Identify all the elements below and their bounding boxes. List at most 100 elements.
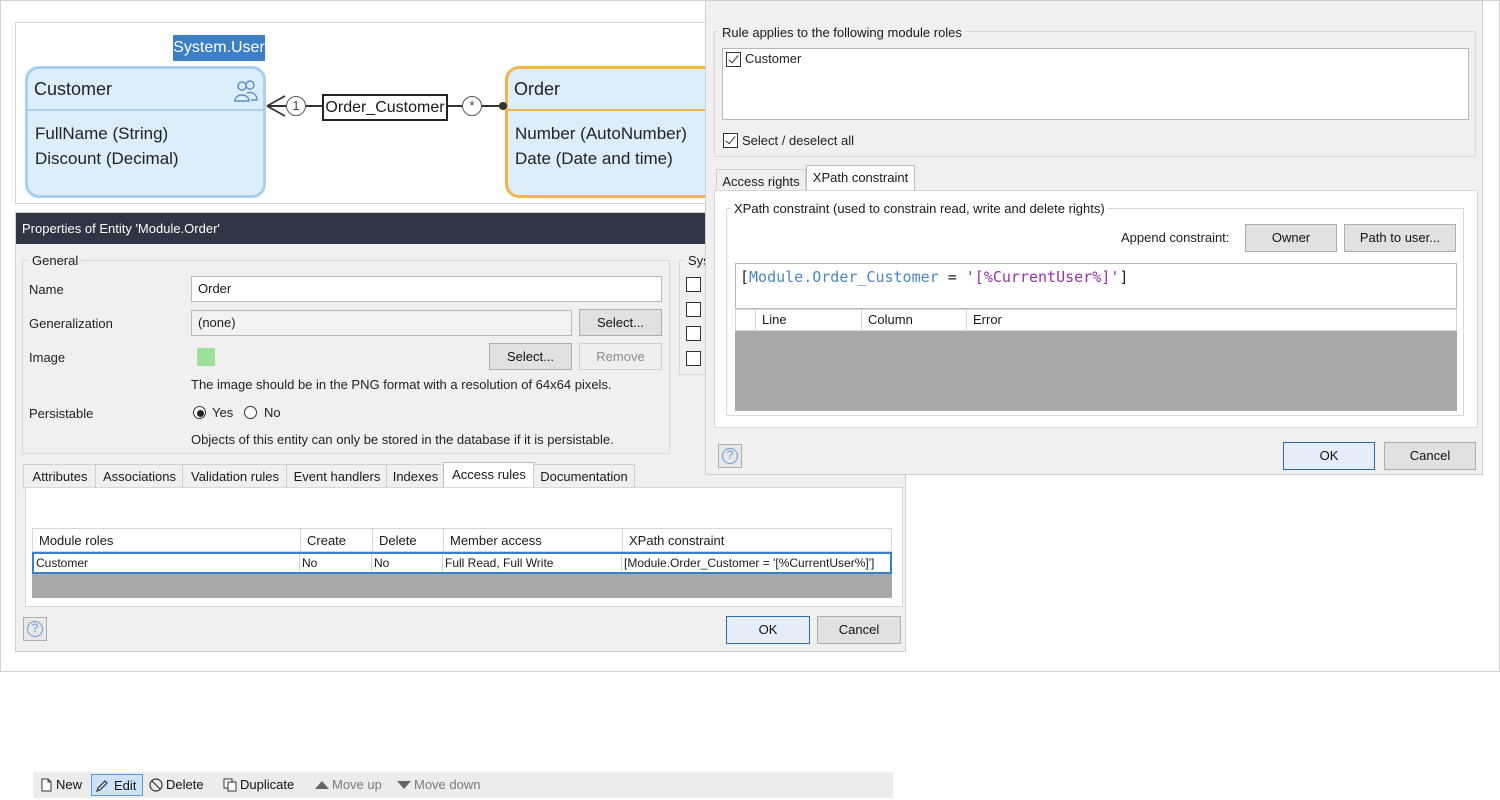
triangle-up-icon [315, 777, 329, 791]
owner-button[interactable]: Owner [1245, 224, 1337, 252]
module-roles-list [722, 48, 1469, 120]
delete-icon [149, 777, 163, 792]
tab-event-handlers[interactable]: Event handlers [286, 464, 388, 489]
module-roles-legend: Rule applies to the following module rol… [719, 25, 965, 40]
multiplicity-many: * [462, 96, 482, 116]
select-all-label: Select / deselect all [742, 133, 855, 148]
access-rules-grid: Module roles Create Delete Member access… [32, 528, 892, 598]
tab-validation-rules[interactable]: Validation rules [182, 464, 288, 489]
triangle-down-icon [397, 777, 411, 791]
edit-button[interactable]: Edit [91, 774, 143, 796]
entity-title: Order [514, 79, 561, 99]
table-row[interactable]: Customer No No Full Read, Full Write [Mo… [32, 552, 892, 574]
attribute[interactable]: FullName (String) [35, 121, 179, 146]
generalization-field: (none) [191, 310, 572, 336]
grid-header: Module roles Create Delete Member access… [32, 528, 893, 553]
select-all-checkbox[interactable] [723, 133, 738, 148]
persistable-no-radio[interactable] [244, 406, 257, 419]
edit-button-label: Edit [114, 778, 137, 793]
column-header[interactable]: Error [967, 310, 1456, 330]
new-button-label: New [56, 777, 83, 792]
xpath-editor[interactable]: [Module.Order_Customer = '[%CurrentUser%… [735, 263, 1457, 309]
order-entity[interactable]: Order Number (AutoNumber) Date (Date and… [505, 66, 725, 198]
new-button[interactable]: New [36, 774, 82, 796]
error-grid: Line Column Error [735, 309, 1457, 411]
cancel-button[interactable]: Cancel [1384, 442, 1476, 470]
image-label: Image [29, 350, 66, 365]
system-checkbox[interactable] [686, 351, 701, 366]
path-to-user-button[interactable]: Path to user... [1344, 224, 1456, 252]
xpath-legend: XPath constraint (used to constrain read… [731, 201, 1108, 216]
users-icon [233, 79, 259, 103]
general-legend: General [29, 253, 82, 268]
persistable-hint: Objects of this entity can only be store… [191, 432, 614, 447]
image-select-button[interactable]: Select... [489, 343, 572, 370]
system-checkbox[interactable] [686, 277, 701, 292]
attribute[interactable]: Date (Date and time) [515, 146, 687, 171]
system-user-tag: System.User [173, 35, 265, 61]
name-label: Name [29, 282, 64, 297]
column-header[interactable]: Column [862, 310, 967, 330]
column-header[interactable]: Create [301, 529, 373, 553]
xpath-bracket-open: [ [740, 268, 750, 286]
role-customer-label: Customer [745, 51, 802, 66]
column-header[interactable]: Member access [444, 529, 623, 553]
attribute[interactable]: Number (AutoNumber) [515, 121, 687, 146]
association-end-dot [499, 102, 507, 110]
association-name[interactable]: Order_Customer [322, 94, 448, 121]
move-down-button[interactable]: Move down [394, 774, 480, 796]
cell-member-access: Full Read, Full Write [443, 554, 622, 572]
xpath-bracket-close: ] [1119, 268, 1129, 286]
system-checkbox[interactable] [686, 302, 701, 317]
new-document-icon [39, 777, 53, 792]
tab-associations[interactable]: Associations [95, 464, 184, 489]
crowfoot-icon [266, 95, 286, 117]
cell-create: No [300, 554, 372, 572]
column-header[interactable]: XPath constraint [623, 529, 893, 553]
entity-divider [508, 109, 725, 111]
image-hint: The image should be in the PNG format wi… [191, 377, 612, 392]
help-icon: ? [27, 621, 43, 637]
entity-attributes: Number (AutoNumber) Date (Date and time) [515, 121, 687, 171]
move-up-button[interactable]: Move up [312, 774, 382, 796]
generalization-label: Generalization [29, 316, 113, 331]
move-down-label: Move down [414, 777, 481, 792]
append-constraint-label: Append constraint: [1121, 230, 1230, 245]
duplicate-button-label: Duplicate [240, 777, 295, 792]
generalization-select-button[interactable]: Select... [579, 309, 662, 336]
column-header[interactable]: Line [756, 310, 862, 330]
role-customer-checkbox[interactable] [726, 52, 741, 67]
xpath-path: Module.Order_Customer [749, 268, 939, 286]
tab-indexes[interactable]: Indexes [386, 464, 445, 489]
image-remove-button[interactable]: Remove [579, 343, 662, 370]
persistable-yes-label: Yes [212, 405, 234, 420]
customer-entity[interactable]: Customer FullName (String) Discount (Dec… [25, 66, 266, 198]
entity-divider [28, 109, 263, 111]
persistable-yes-radio[interactable] [193, 406, 206, 419]
delete-button[interactable]: Delete [146, 774, 204, 796]
help-button[interactable]: ? [23, 617, 47, 641]
cancel-button[interactable]: Cancel [817, 616, 901, 644]
tab-documentation[interactable]: Documentation [533, 464, 635, 489]
cell-module-role: Customer [34, 554, 300, 572]
entity-attributes: FullName (String) Discount (Decimal) [35, 121, 179, 171]
system-checkbox[interactable] [686, 326, 701, 341]
error-grid-header: Line Column Error [735, 309, 1457, 331]
pencil-icon [95, 778, 109, 792]
duplicate-icon [223, 777, 237, 792]
ok-button[interactable]: OK [1283, 442, 1375, 470]
tab-xpath-constraint[interactable]: XPath constraint [806, 165, 915, 191]
column-header[interactable]: Delete [373, 529, 444, 553]
help-button[interactable]: ? [718, 444, 742, 468]
ok-button[interactable]: OK [726, 616, 810, 644]
help-icon: ? [722, 448, 738, 464]
entity-title: Customer [34, 79, 113, 99]
image-preview [197, 348, 215, 366]
tab-access-rules[interactable]: Access rules [443, 462, 535, 489]
column-header[interactable]: Module roles [33, 529, 301, 553]
duplicate-button[interactable]: Duplicate [220, 774, 294, 796]
tab-attributes[interactable]: Attributes [23, 464, 97, 489]
attribute[interactable]: Discount (Decimal) [35, 146, 179, 171]
name-field[interactable]: Order [191, 276, 662, 302]
xpath-value: '[%CurrentUser%]' [965, 268, 1120, 286]
